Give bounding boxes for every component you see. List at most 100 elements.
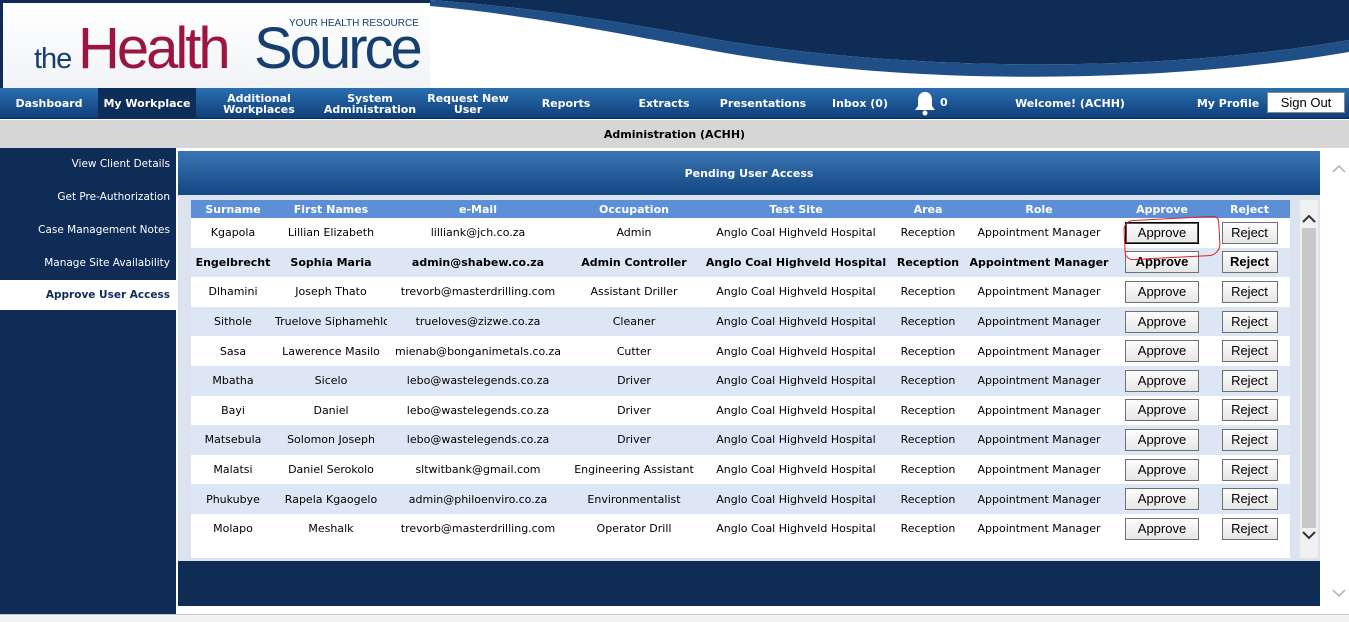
table-row[interactable]: Matsebula Solomon Joseph lebo@wastelegends… <box>191 425 1290 455</box>
notification-bell-icon[interactable] <box>911 89 939 117</box>
cell-reject: Reject <box>1209 454 1290 485</box>
reject-button[interactable]: Reject <box>1221 251 1278 274</box>
table-row[interactable]: Sasa Lawerence Masilo mienab@bonganimetals… <box>191 336 1290 366</box>
table-scroll-thumb[interactable] <box>1302 228 1316 528</box>
table-row[interactable]: Sithole Truelove Siphamehlo trueloves@zizw… <box>191 306 1290 337</box>
cell-approve: Approve <box>1115 336 1209 366</box>
cell-first: Lawerence Masilo <box>275 336 387 366</box>
sidebar-item-manage-site-availability[interactable]: Manage Site Availability <box>44 252 170 274</box>
cell-site: Anglo Coal Highveld Hospital <box>699 454 893 485</box>
nav-dashboard[interactable]: Dashboard <box>4 88 94 119</box>
status-strip <box>0 614 1349 622</box>
approve-button[interactable]: Approve <box>1125 488 1199 511</box>
cell-first: Joseph Thato <box>275 277 387 307</box>
scroll-up-icon[interactable] <box>1302 214 1316 224</box>
cell-area: Reception <box>893 277 963 307</box>
approve-button[interactable]: Approve <box>1125 340 1199 363</box>
window-scroll-down-icon[interactable] <box>1332 588 1346 598</box>
cell-area: Reception <box>893 365 963 396</box>
reject-button[interactable]: Reject <box>1221 399 1278 422</box>
cell-approve: Approve <box>1115 454 1209 485</box>
reject-button[interactable]: Reject <box>1221 458 1278 481</box>
approve-button[interactable]: Approve <box>1125 428 1199 451</box>
col-first-names[interactable]: First Names <box>275 200 387 218</box>
cell-area: Reception <box>893 336 963 366</box>
nav-request-new-user[interactable]: Request New User <box>424 88 512 119</box>
reject-button[interactable]: Reject <box>1221 310 1278 333</box>
reject-button[interactable]: Reject <box>1221 340 1278 363</box>
approve-button[interactable]: Approve <box>1125 399 1199 422</box>
col-surname[interactable]: Surname <box>191 200 275 218</box>
cell-surname: Malatsi <box>191 454 275 485</box>
table-row[interactable]: Phukubye Rapela Kgaogelo admin@philoenviro… <box>191 484 1290 514</box>
approve-button[interactable]: Approve <box>1125 458 1199 481</box>
reject-button[interactable]: Reject <box>1221 517 1278 540</box>
cell-reject: Reject <box>1209 336 1290 366</box>
logo-tagline: YOUR HEALTH RESOURCE <box>289 18 419 29</box>
col-role[interactable]: Role <box>963 200 1115 218</box>
sidebar-item-get-pre-authorization[interactable]: Get Pre-Authorization <box>57 186 170 208</box>
approve-button[interactable]: Approve <box>1125 251 1199 274</box>
table-row[interactable]: Bayi Daniel lebo@wastelegends.co.za Driver A… <box>191 395 1290 426</box>
col-test-site[interactable]: Test Site <box>699 200 893 218</box>
reject-button[interactable]: Reject <box>1221 369 1278 392</box>
cell-area: Reception <box>893 454 963 485</box>
app-logo[interactable]: the Health Source YOUR HEALTH RESOURCE <box>3 3 430 88</box>
cell-first: Truelove Siphamehlo <box>275 306 387 337</box>
cell-surname: Matsebula <box>191 425 275 455</box>
cell-reject: Reject <box>1209 365 1290 396</box>
reject-button[interactable]: Reject <box>1221 428 1278 451</box>
reject-button[interactable]: Reject <box>1221 221 1278 244</box>
table-row[interactable]: Engelbrecht Sophia Maria admin@shabew.co.z… <box>191 247 1290 278</box>
reject-button[interactable]: Reject <box>1221 488 1278 511</box>
col-email[interactable]: e-Mail <box>387 200 569 218</box>
col-area[interactable]: Area <box>893 200 963 218</box>
table-row[interactable]: Malatsi Daniel Serokolo sltwitbank@gmail.c… <box>191 454 1290 485</box>
nav-reports[interactable]: Reports <box>530 88 602 119</box>
approve-button[interactable]: Approve <box>1125 369 1199 392</box>
cell-email: admin@shabew.co.za <box>387 247 569 278</box>
nav-my-workplace[interactable]: My Workplace <box>98 88 196 119</box>
table-row[interactable]: Molapo Meshalk trevorb@masterdrilling.com O… <box>191 513 1290 544</box>
cell-email: lilliank@jch.co.za <box>387 218 569 248</box>
sidebar-item-case-management-notes[interactable]: Case Management Notes <box>38 219 170 241</box>
sidebar-item-approve-user-access[interactable]: Approve User Access <box>0 280 176 310</box>
cell-approve: Approve <box>1115 425 1209 455</box>
approve-button[interactable]: Approve <box>1125 310 1199 333</box>
col-occupation[interactable]: Occupation <box>569 200 699 218</box>
nav-additional-workplaces[interactable]: Additional Workplaces <box>212 88 306 119</box>
cell-role: Appointment Manager <box>963 425 1115 455</box>
cell-surname: Sasa <box>191 336 275 366</box>
window-scroll-up-icon[interactable] <box>1332 164 1346 174</box>
cell-role: Appointment Manager <box>963 395 1115 426</box>
sign-out-button[interactable]: Sign Out <box>1267 92 1345 113</box>
window-scrollbar[interactable] <box>1329 148 1349 608</box>
table-scrollbar[interactable] <box>1300 200 1318 558</box>
cell-occupation: Cutter <box>569 336 699 366</box>
reject-button[interactable]: Reject <box>1221 280 1278 303</box>
approve-button[interactable]: Approve <box>1125 280 1199 303</box>
table-row[interactable]: Dlhamini Joseph Thato trevorb@masterdrilli… <box>191 277 1290 307</box>
cell-site: Anglo Coal Highveld Hospital <box>699 484 893 514</box>
nav-inbox[interactable]: Inbox (0) <box>826 88 894 119</box>
cell-surname: Sithole <box>191 306 275 337</box>
table-header-row: Surname First Names e-Mail Occupation Te… <box>191 200 1290 218</box>
cell-first: Meshalk <box>275 513 387 544</box>
approve-button[interactable]: Approve <box>1125 221 1199 244</box>
cell-role: Appointment Manager <box>963 218 1115 248</box>
sidebar-item-view-client-details[interactable]: View Client Details <box>72 153 170 175</box>
scroll-down-icon[interactable] <box>1302 530 1316 540</box>
cell-email: sltwitbank@gmail.com <box>387 454 569 485</box>
cell-approve: Approve <box>1115 365 1209 396</box>
cell-reject: Reject <box>1209 395 1290 426</box>
nav-system-administration[interactable]: System Administration <box>320 88 420 119</box>
table-row[interactable]: Kgapola Lillian Elizabeth lilliank@jch.co.… <box>191 218 1290 248</box>
cell-approve: Approve <box>1115 247 1209 278</box>
cell-occupation: Environmentalist <box>569 484 699 514</box>
nav-presentations[interactable]: Presentations <box>716 88 810 119</box>
nav-extracts[interactable]: Extracts <box>628 88 700 119</box>
nav-my-profile[interactable]: My Profile <box>1190 88 1266 119</box>
table-row[interactable]: Mbatha Sicelo lebo@wastelegends.co.za Drive… <box>191 365 1290 396</box>
approve-button[interactable]: Approve <box>1125 517 1199 540</box>
cell-surname: Molapo <box>191 513 275 544</box>
